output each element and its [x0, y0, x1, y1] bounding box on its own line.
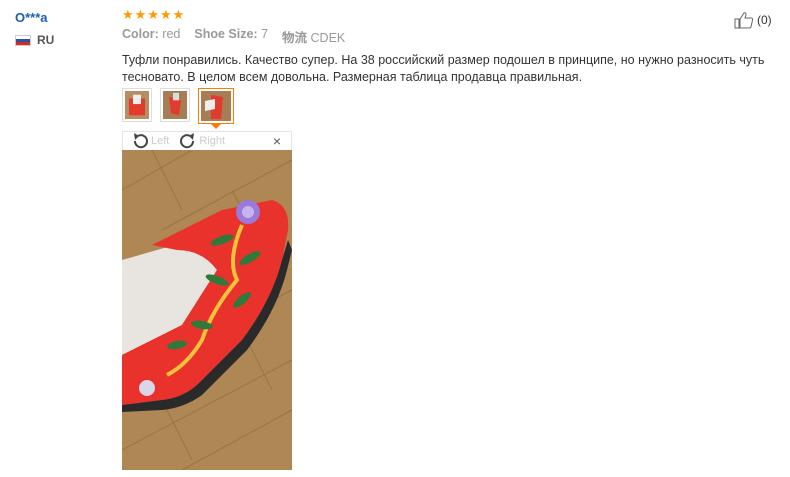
- color-label: Color:: [122, 27, 159, 41]
- photo-thumbnail[interactable]: [122, 88, 152, 122]
- rotate-right-button[interactable]: Right: [179, 133, 225, 149]
- star-icon: ★: [122, 7, 134, 22]
- reviewer-info: O***a RU: [15, 10, 54, 47]
- rating-stars: ★ ★ ★ ★ ★: [122, 8, 762, 22]
- photo-thumbnail-image: [163, 91, 187, 119]
- review-photo-thumbnails: [122, 88, 234, 129]
- rotate-right-label: Right: [199, 135, 226, 147]
- review-photo: [122, 150, 292, 470]
- rotate-left-button[interactable]: Left: [131, 133, 169, 149]
- thumbs-up-icon: [734, 12, 754, 29]
- star-icon: ★: [159, 7, 172, 22]
- star-icon: ★: [134, 7, 147, 22]
- photo-thumbnail-selected[interactable]: [198, 88, 234, 129]
- viewer-toolbar: Left Right ×: [122, 131, 292, 150]
- russia-flag-icon: [15, 34, 31, 46]
- photo-thumbnail[interactable]: [160, 88, 190, 122]
- size-value: 7: [261, 27, 269, 41]
- order-attributes: Color: red Shoe Size: 7 物流 CDEK: [122, 27, 762, 46]
- star-icon: ★: [172, 7, 185, 22]
- photo-viewer: Left Right ×: [122, 131, 292, 470]
- reviewer-country: RU: [15, 33, 54, 47]
- rotate-left-icon: [133, 133, 148, 149]
- rotate-left-label: Left: [151, 135, 170, 147]
- photo-thumbnail-image: [201, 91, 231, 121]
- country-code: RU: [37, 33, 55, 47]
- color-value: red: [162, 27, 181, 41]
- size-label: Shoe Size:: [194, 27, 258, 41]
- rotate-right-icon: [180, 133, 195, 149]
- star-icon: ★: [147, 7, 159, 22]
- close-icon[interactable]: ×: [273, 133, 281, 149]
- helpful-count: (0): [757, 13, 772, 27]
- shipping-value: CDEK: [310, 31, 346, 45]
- reviewer-name[interactable]: O***a: [15, 10, 54, 25]
- review-text: Туфли понравились. Качество супер. На 38…: [122, 53, 765, 84]
- helpful-button[interactable]: (0): [734, 11, 772, 29]
- shipping-label: 物流: [282, 31, 308, 45]
- photo-thumbnail-image: [125, 91, 149, 119]
- review-content: ★ ★ ★ ★ ★ Color: red Shoe Size: 7 物流 CDE…: [122, 8, 764, 86]
